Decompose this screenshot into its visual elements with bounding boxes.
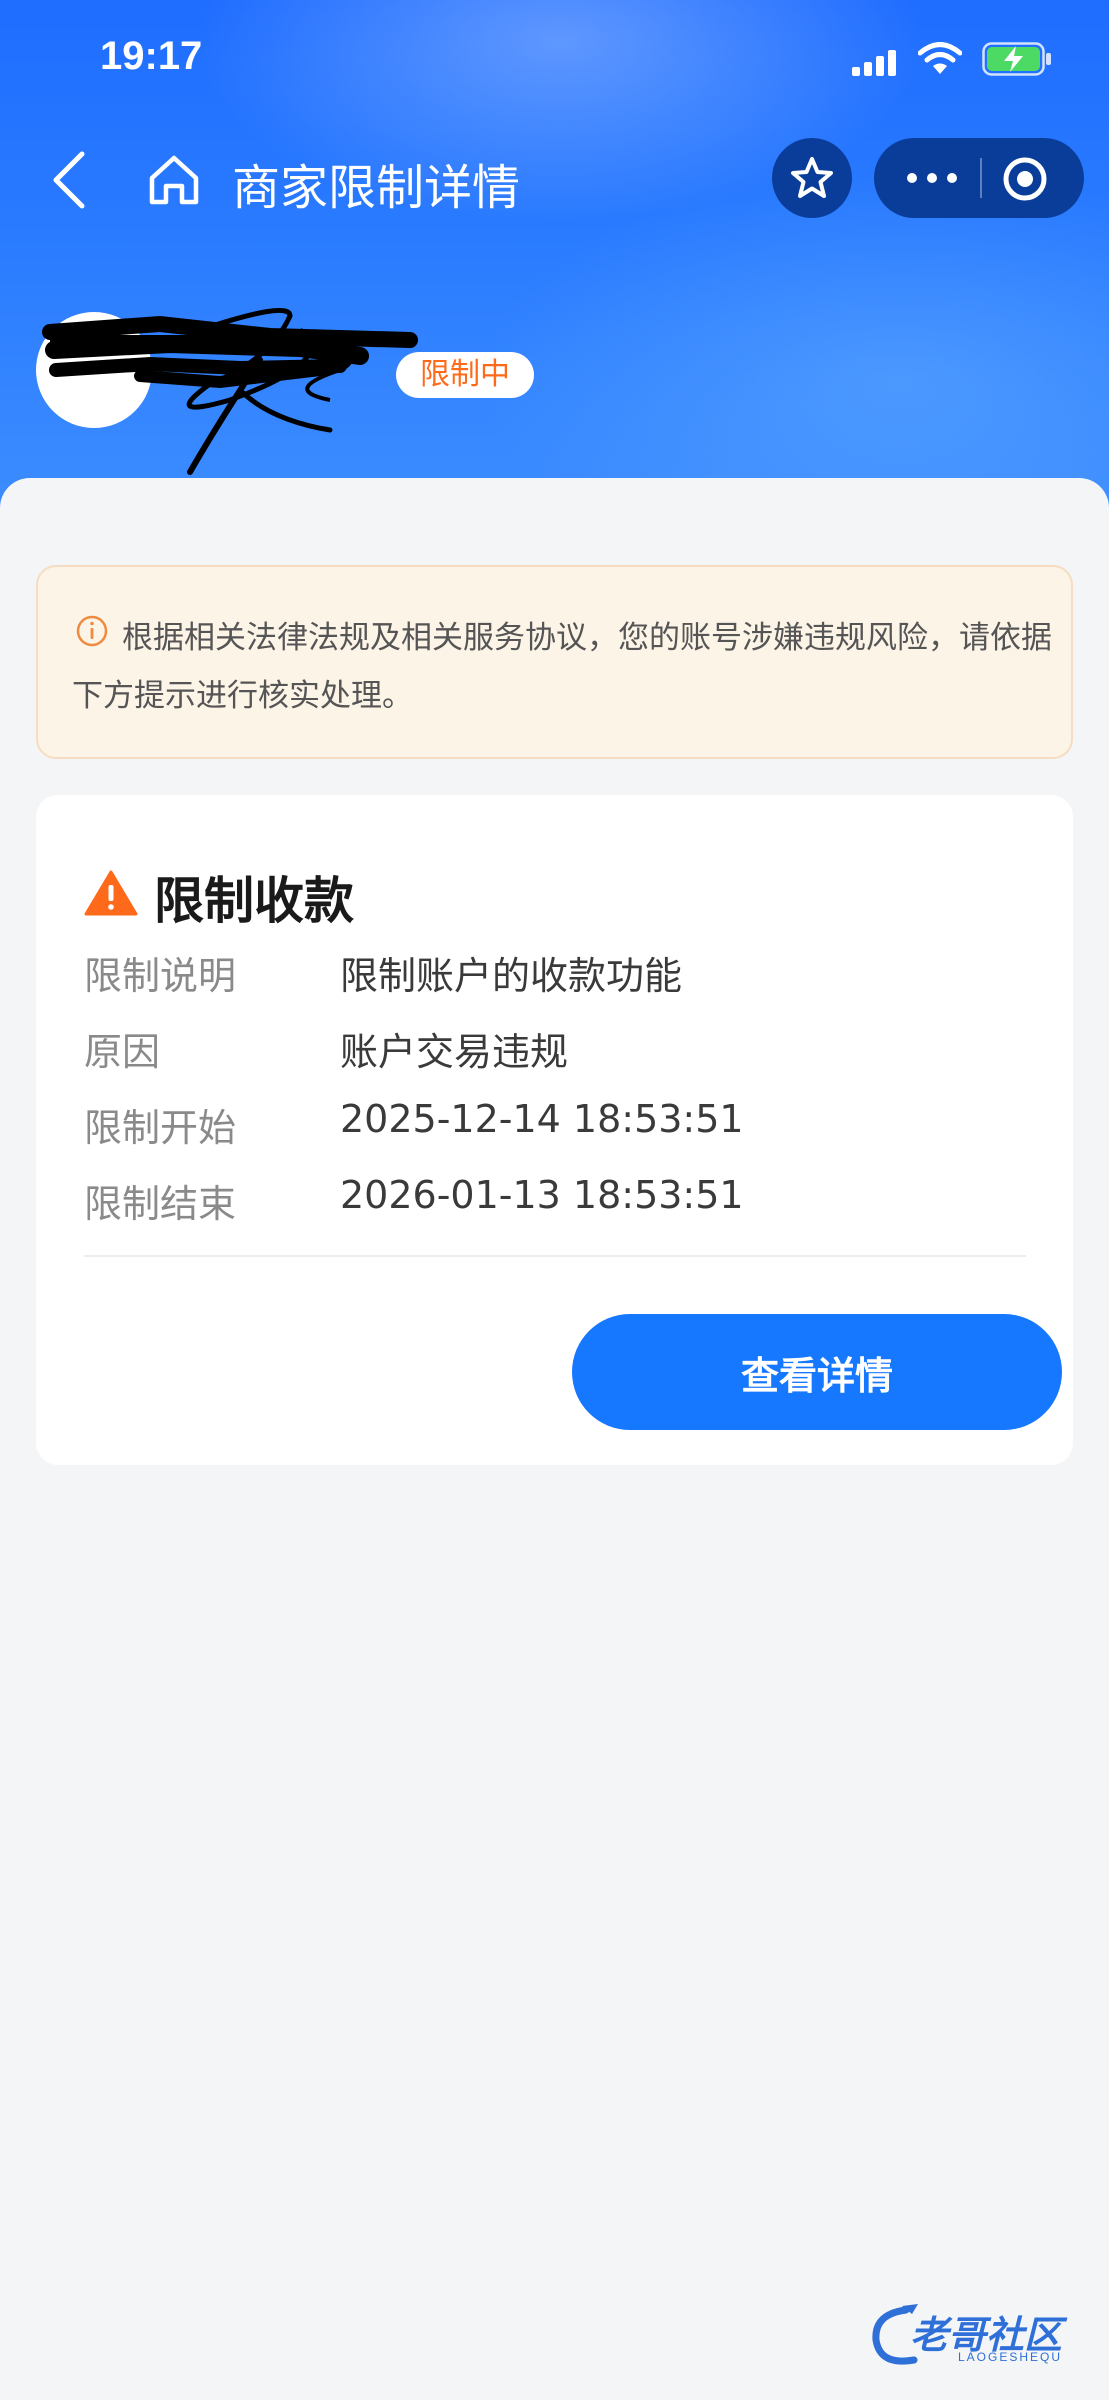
restriction-card: 限制收款 限制说明 限制账户的收款功能 原因 账户交易违规 限制开始 2025-…: [36, 795, 1073, 1465]
signal-bars-icon: [852, 50, 896, 76]
warning-triangle-icon: [84, 870, 138, 916]
restriction-title: 限制收款: [154, 872, 354, 930]
risk-notice: 根据相关法律法规及相关服务协议，您的账号涉嫌违规风险，请依据下方提示进行核实处理…: [36, 565, 1073, 759]
row-reason: 原因 账户交易违规: [84, 1021, 1044, 1077]
watermark-subtext: LAOGESHEQU: [958, 2350, 1063, 2364]
home-icon[interactable]: [146, 152, 202, 208]
status-bar: 19:17: [0, 0, 1109, 120]
mini-program-capsule: [874, 138, 1084, 218]
row-label: 原因: [84, 1030, 161, 1074]
row-value: 限制账户的收款功能: [340, 954, 683, 998]
notice-text: 根据相关法律法规及相关服务协议，您的账号涉嫌违规风险，请依据下方提示进行核实处理…: [72, 620, 1052, 714]
target-circle-icon[interactable]: [1002, 156, 1048, 202]
row-value: 2025-12-14 18:53:51: [340, 1097, 744, 1141]
star-icon: [791, 157, 833, 198]
row-value: 2026-01-13 18:53:51: [340, 1173, 744, 1217]
wifi-icon: [918, 42, 962, 74]
page: 19:17 商家限制详情 限制中 根据相关法律法规及相关服务协议，您的账号涉嫌违…: [0, 0, 1109, 2400]
row-label: 限制开始: [84, 1106, 237, 1150]
restriction-status-badge: 限制中: [396, 352, 534, 398]
row-start-time: 限制开始 2025-12-14 18:53:51: [84, 1097, 1044, 1153]
more-dots-icon[interactable]: [904, 166, 960, 190]
redaction-scribble: [42, 307, 418, 475]
watermark-logo: 老哥社区 LAOGESHEQU: [866, 2296, 1102, 2376]
row-end-time: 限制结束 2026-01-13 18:53:51: [84, 1173, 1044, 1229]
chevron-left-icon[interactable]: [46, 148, 90, 212]
status-time: 19:17: [100, 34, 203, 78]
row-description: 限制说明 限制账户的收款功能: [84, 945, 1044, 1001]
favorite-button[interactable]: [772, 138, 852, 218]
nav-bar: 商家限制详情: [0, 130, 1109, 230]
row-label: 限制结束: [84, 1182, 237, 1226]
capsule-divider: [980, 158, 982, 198]
row-label: 限制说明: [84, 954, 237, 998]
page-title: 商家限制详情: [232, 160, 521, 216]
row-value: 账户交易违规: [340, 1030, 569, 1074]
card-divider: [84, 1255, 1026, 1257]
view-details-button[interactable]: 查看详情: [572, 1314, 1062, 1430]
battery-charging-icon: [982, 42, 1051, 76]
